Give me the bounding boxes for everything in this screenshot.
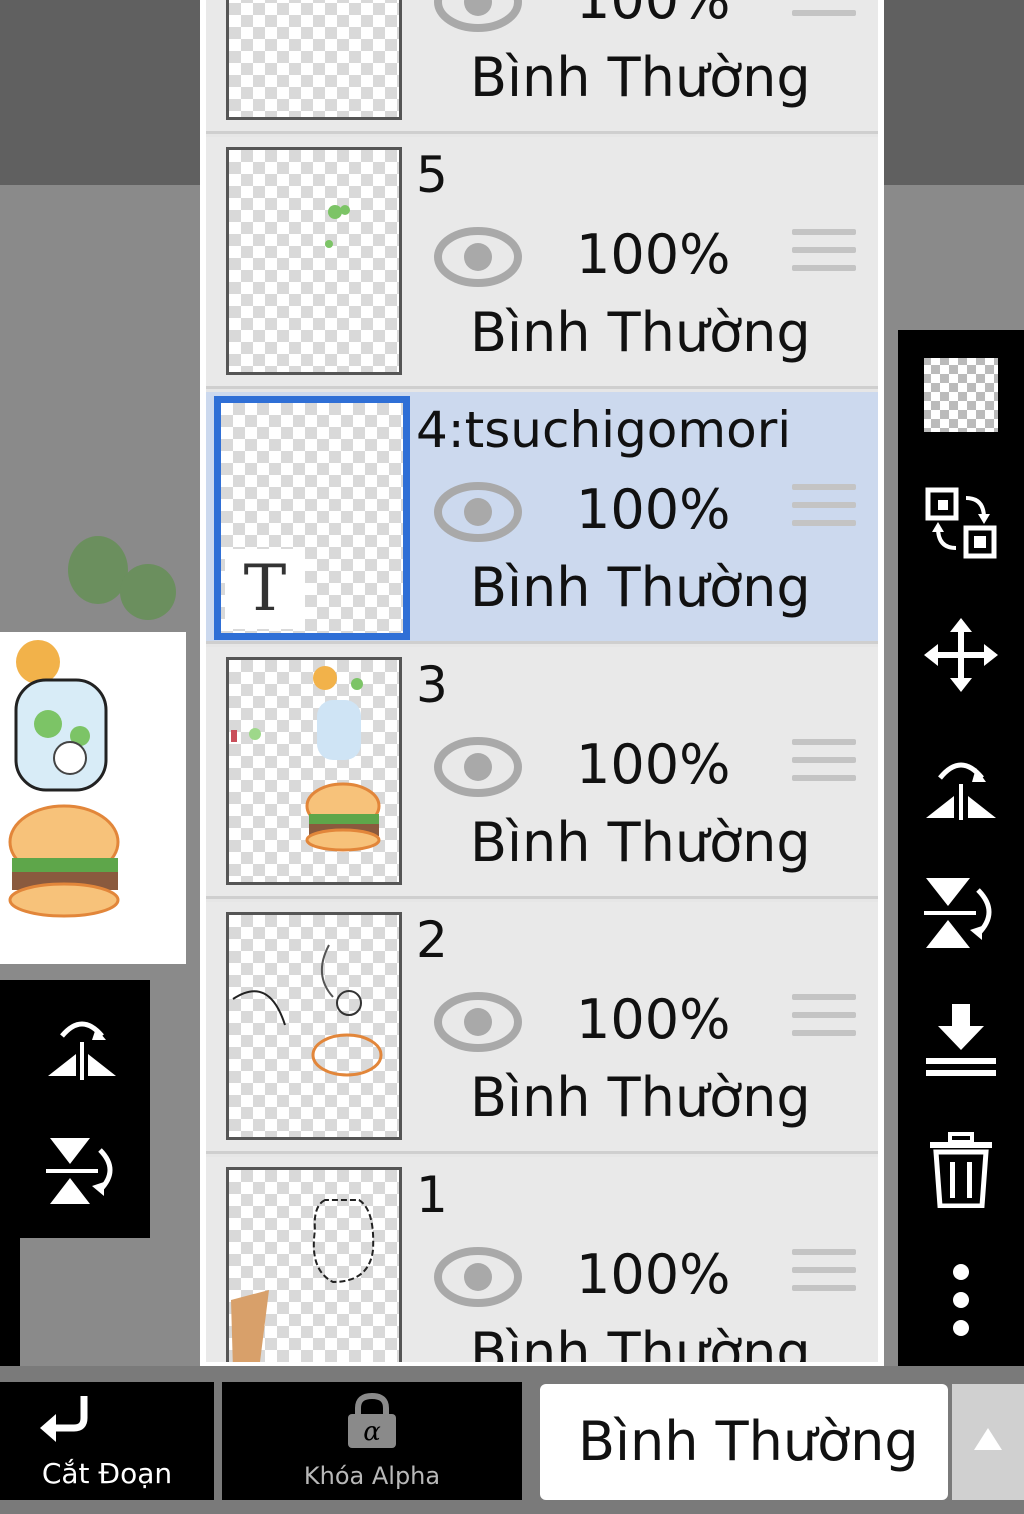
canvas-sprout-drawing [68, 536, 176, 620]
canvas-preview[interactable] [0, 632, 186, 964]
flip-vertical-icon[interactable] [42, 1130, 122, 1210]
clip-arrow-icon [40, 1396, 88, 1442]
layer-opacity[interactable]: 100% [576, 733, 730, 797]
layer-blend-mode: Bình Thường [470, 1066, 811, 1129]
layer-panel: 100% Bình Thường 5 100% Bình Thường T 4:… [200, 0, 884, 1366]
flip-horizontal-icon[interactable] [42, 1006, 122, 1086]
layer-row[interactable]: 3 100% Bình Thường [206, 647, 878, 899]
drag-handle-icon[interactable] [792, 229, 856, 285]
triangle-up-icon [974, 1428, 1002, 1450]
layer-thumbnail[interactable] [226, 912, 402, 1140]
layer-blend-mode: Bình Thường [470, 46, 811, 109]
layer-name: 4:tsuchigomori [416, 401, 792, 459]
layer-blend-mode: Bình Thường [470, 811, 811, 874]
drag-handle-icon[interactable] [792, 1249, 856, 1305]
move-icon[interactable] [922, 616, 1000, 694]
merge-down-icon[interactable] [922, 1000, 1000, 1078]
layer-blend-mode: Bình Thường [470, 556, 811, 619]
layer-name: 1 [416, 1166, 448, 1224]
eye-icon[interactable] [434, 227, 522, 287]
transparency-icon[interactable] [922, 356, 1000, 434]
layer-blend-mode: Bình Thường [470, 1321, 811, 1362]
layer-name: 2 [416, 911, 448, 969]
bottom-bar: Cắt Đoạn α Khóa Alpha Bình Thường [0, 1366, 1024, 1514]
more-vertical-icon[interactable] [922, 1260, 1000, 1338]
flip-vertical-icon[interactable] [922, 872, 1000, 950]
eye-icon[interactable] [434, 992, 522, 1052]
left-strip [0, 1238, 20, 1366]
eye-icon[interactable] [434, 0, 522, 32]
alpha-lock-button[interactable]: α Khóa Alpha [222, 1382, 522, 1500]
layer-name: 5 [416, 146, 448, 204]
layer-row[interactable]: 2 100% Bình Thường [206, 902, 878, 1154]
layer-name: 3 [416, 656, 448, 714]
layer-row-selected[interactable]: T 4:tsuchigomori 100% Bình Thường [206, 392, 878, 644]
eye-icon[interactable] [434, 737, 522, 797]
layer-row[interactable]: 100% Bình Thường [206, 0, 878, 134]
layer-row[interactable]: 1 100% Bình Thường [206, 1157, 878, 1362]
layer-thumbnail[interactable]: T [214, 396, 410, 640]
drag-handle-icon[interactable] [792, 0, 856, 30]
swap-icon[interactable] [922, 484, 1000, 562]
layer-thumbnail[interactable] [226, 657, 402, 885]
layer-opacity[interactable]: 100% [576, 0, 730, 32]
layer-blend-mode: Bình Thường [470, 301, 811, 364]
text-layer-icon: T [225, 549, 305, 629]
layer-thumbnail[interactable] [226, 0, 402, 120]
eye-icon[interactable] [434, 482, 522, 542]
canvas-artwork [8, 640, 120, 918]
left-tool-panel [0, 980, 150, 1238]
layer-thumbnail[interactable] [226, 1167, 402, 1362]
svg-text:α: α [363, 1417, 381, 1447]
blend-mode-value: Bình Thường [578, 1410, 919, 1473]
drag-handle-icon[interactable] [792, 484, 856, 540]
drag-handle-icon[interactable] [792, 994, 856, 1050]
drag-handle-icon[interactable] [792, 739, 856, 795]
right-toolbar [898, 330, 1024, 1366]
layer-opacity[interactable]: 100% [576, 223, 730, 287]
blend-mode-select[interactable]: Bình Thường [540, 1384, 948, 1500]
layer-opacity[interactable]: 100% [576, 478, 730, 542]
layer-opacity[interactable]: 100% [576, 988, 730, 1052]
layer-thumbnail[interactable] [226, 147, 402, 375]
clip-button[interactable]: Cắt Đoạn [0, 1382, 214, 1500]
flip-horizontal-icon[interactable] [922, 744, 1000, 822]
clip-label: Cắt Đoạn [41, 1457, 173, 1490]
layer-list[interactable]: 100% Bình Thường 5 100% Bình Thường T 4:… [206, 0, 878, 1362]
eye-icon[interactable] [434, 1247, 522, 1307]
trash-icon[interactable] [922, 1130, 1000, 1209]
layer-opacity[interactable]: 100% [576, 1243, 730, 1307]
alpha-lock-label: Khóa Alpha [303, 1462, 441, 1490]
blend-mode-dropdown-button[interactable] [952, 1384, 1024, 1500]
layer-row[interactable]: 5 100% Bình Thường [206, 137, 878, 389]
lock-icon: α [348, 1392, 396, 1448]
